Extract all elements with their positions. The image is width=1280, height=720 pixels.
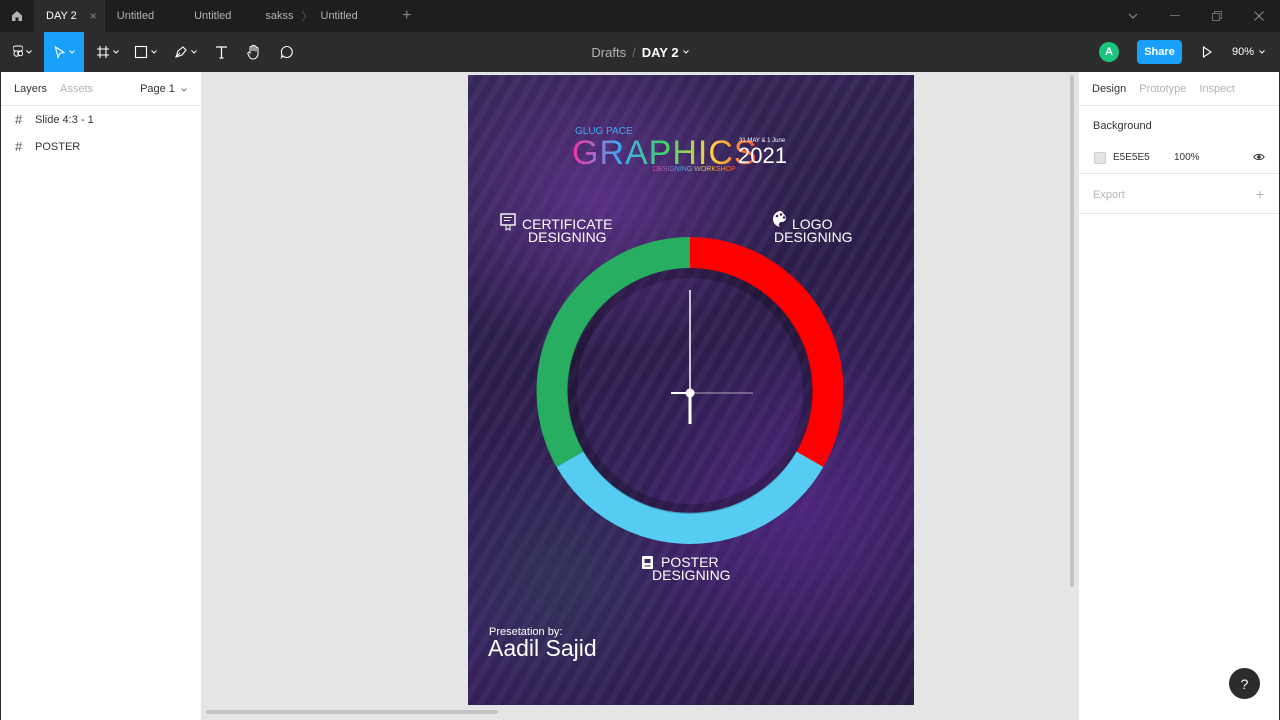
window-controls (1112, 0, 1280, 32)
tab-day-2[interactable]: DAY 2 × (34, 0, 105, 32)
comment-tool[interactable] (274, 32, 300, 72)
chevron-down-icon (181, 88, 187, 92)
play-icon (1202, 46, 1212, 58)
background-hex-input[interactable]: E5E5E5 (1113, 152, 1150, 163)
tab-layers[interactable]: Layers (14, 83, 47, 95)
tab-label: sakss (265, 10, 294, 22)
chevron-down-icon (1128, 13, 1138, 19)
frame-hash-icon: # (15, 139, 23, 154)
tab-prototype[interactable]: Prototype (1139, 83, 1186, 95)
add-tab-button[interactable]: + (392, 0, 422, 32)
chevron-down-icon (112, 50, 119, 54)
present-button[interactable] (1196, 32, 1218, 72)
chevron-down-icon (25, 50, 32, 54)
tabs-dropdown-button[interactable] (1112, 0, 1154, 32)
eye-icon[interactable] (1253, 151, 1265, 163)
frame-hash-icon (96, 46, 109, 58)
toolbar: Drafts / DAY 2 A Share 90% (0, 32, 1280, 72)
workshop-subtitle: DESIGNING WORKSHOP (653, 166, 736, 173)
tab-label: Untitled (194, 10, 232, 22)
layer-name: Slide 4:3 - 1 (35, 113, 94, 126)
clock-center (685, 388, 695, 398)
restore-button[interactable] (1196, 0, 1238, 32)
presenter-name: Aadil Sajid (488, 635, 597, 661)
chevron-down-icon[interactable] (682, 50, 689, 54)
share-button[interactable]: Share (1137, 40, 1182, 64)
export-title: Export (1093, 189, 1125, 201)
home-icon (12, 11, 22, 21)
background-opacity-input[interactable]: 100% (1174, 152, 1200, 163)
event-year: 2021 (738, 143, 787, 168)
right-panel-tabs: Design Prototype Inspect (1079, 72, 1279, 106)
help-button[interactable]: ? (1229, 668, 1260, 699)
tab-design[interactable]: Design (1092, 83, 1126, 95)
layer-row[interactable]: # POSTER (1, 133, 201, 160)
shape-tool[interactable] (128, 32, 162, 72)
minimize-icon (1170, 15, 1180, 16)
text-tool[interactable] (208, 32, 234, 72)
palette-icon (773, 211, 786, 227)
tab-sakss[interactable]: sakss (253, 0, 305, 32)
tab-label: Untitled (116, 10, 155, 22)
move-tool[interactable] (44, 32, 84, 72)
layer-row[interactable]: # Slide 4:3 - 1 (1, 106, 201, 133)
home-button[interactable] (0, 0, 34, 32)
frame-tool[interactable] (90, 32, 124, 72)
main-menu-button[interactable] (6, 32, 38, 72)
layer-name: POSTER (35, 140, 81, 153)
frame-hash-icon: # (15, 112, 23, 127)
export-section: Export + (1079, 174, 1279, 214)
text-icon (215, 46, 227, 59)
canvas[interactable]: GLUG PACE GRAPHICS 31 MAY & 1 June 2021 … (202, 72, 1078, 720)
poster-frame[interactable]: GLUG PACE GRAPHICS 31 MAY & 1 June 2021 … (468, 75, 914, 705)
tab-label: DAY 2 (46, 10, 77, 22)
chevron-down-icon (190, 50, 197, 54)
page-label: Page 1 (140, 83, 175, 95)
add-export-button[interactable]: + (1256, 186, 1264, 202)
pen-tool[interactable] (168, 32, 202, 72)
left-panel-tabs: Layers Assets Page 1 (1, 72, 201, 106)
tab-untitled-1[interactable]: Untitled (105, 0, 166, 32)
hand-icon (247, 44, 259, 60)
background-title: Background (1093, 120, 1152, 132)
breadcrumb-separator: / (632, 44, 636, 60)
chevron-down-icon (1259, 50, 1265, 54)
layers-panel: Layers Assets Page 1 # Slide 4:3 - 1 # P… (0, 72, 202, 720)
tab-bar: DAY 2 × Untitled Untitled sakss 〉 Untitl… (0, 0, 1280, 32)
cursor-arrow-icon (54, 45, 65, 59)
tab-inspect[interactable]: Inspect (1199, 83, 1234, 95)
background-section: Background E5E5E5 100% (1079, 106, 1279, 174)
hand-tool[interactable] (240, 32, 268, 72)
horizontal-scrollbar[interactable] (206, 710, 498, 714)
background-color-swatch[interactable] (1094, 152, 1106, 164)
figma-logo-icon (12, 45, 23, 57)
tab-assets[interactable]: Assets (60, 83, 93, 95)
poster-label-2: DESIGNING (652, 567, 731, 583)
tab-untitled-2[interactable]: Untitled (182, 0, 243, 32)
close-icon (1254, 11, 1264, 21)
pen-icon (174, 46, 187, 58)
minimize-button[interactable] (1154, 0, 1196, 32)
restore-icon (1212, 11, 1222, 21)
zoom-label: 90% (1232, 46, 1255, 58)
page-selector[interactable]: Page 1 (140, 83, 187, 95)
avatar[interactable]: A (1099, 42, 1119, 62)
breadcrumb-drafts[interactable]: Drafts (591, 45, 626, 60)
rectangle-icon (134, 45, 147, 59)
zoom-dropdown[interactable]: 90% (1232, 32, 1265, 72)
tab-close-icon[interactable]: × (90, 9, 97, 23)
vertical-scrollbar[interactable] (1070, 75, 1074, 587)
certificate-label-2: DESIGNING (528, 229, 607, 245)
logo-label-2: DESIGNING (774, 229, 853, 245)
chevron-down-icon (68, 50, 75, 54)
tab-label: Untitled (320, 10, 358, 22)
properties-panel: Design Prototype Inspect Background E5E5… (1078, 72, 1280, 720)
file-name[interactable]: DAY 2 (642, 45, 679, 60)
certificate-icon (500, 213, 516, 231)
close-window-button[interactable] (1238, 0, 1280, 32)
comment-icon (280, 45, 293, 59)
tab-untitled-3[interactable]: Untitled (309, 0, 370, 32)
chevron-down-icon (150, 50, 157, 54)
